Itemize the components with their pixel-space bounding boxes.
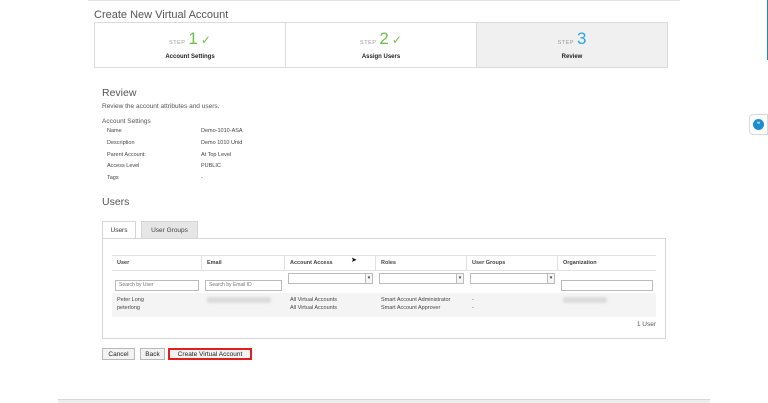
field-label-parent-account: Parent Account: [107, 152, 146, 158]
cancel-button[interactable]: Cancel [102, 348, 135, 360]
dropdown-arrow-icon: ▾ [456, 274, 463, 283]
step-number: 1 [188, 29, 198, 48]
role-2: Smart Account Approver [381, 304, 441, 311]
tab-users[interactable]: Users [102, 221, 136, 239]
email-search-input[interactable] [205, 279, 282, 291]
step-review[interactable]: STEP 3 Review [477, 23, 667, 67]
column-header-roles[interactable]: Roles [376, 256, 467, 270]
step-number: 2 [379, 29, 389, 48]
review-heading: Review [102, 87, 137, 99]
user-name: Peter Long [117, 297, 144, 303]
user-groups-filter[interactable]: ▾ [470, 273, 555, 284]
users-table: User Email Account Access Roles User Gro… [112, 255, 656, 317]
field-label-tags: Tags [107, 175, 119, 181]
user-count: 1 User [636, 321, 656, 328]
field-value-tags: - [201, 175, 203, 181]
column-header-email[interactable]: Email [202, 256, 285, 270]
field-label-name: Name [107, 128, 122, 134]
email-redacted [207, 297, 271, 303]
user-search-input[interactable] [115, 279, 199, 291]
field-value-name: Demo-1010-ASA [201, 128, 243, 134]
tab-user-groups[interactable]: User Groups [141, 221, 198, 239]
field-value-access-level: PUBLIC [201, 163, 221, 169]
field-value-description: Demo 1010 Unid [201, 140, 243, 146]
chat-help-widget[interactable]: ❝ [749, 114, 768, 135]
page-title: Create New Virtual Account [94, 9, 229, 21]
step-number: 3 [576, 29, 587, 48]
organization-search-input[interactable] [561, 279, 653, 291]
role-1: Smart Account Administrator [381, 297, 451, 303]
field-value-parent-account: At Top Level [201, 152, 232, 158]
account-settings-title: Account Settings [102, 118, 151, 125]
wizard-steps: STEP 1 ✓ Account Settings STEP 2 ✓ Assig… [94, 22, 668, 68]
create-virtual-account-button[interactable]: Create Virtual Account [168, 348, 252, 360]
roles-filter[interactable]: ▾ [379, 273, 464, 284]
step-word: STEP [557, 40, 574, 46]
filter-row: ▾ ▾ ▾ [112, 271, 656, 291]
mouse-cursor-icon: ➤ [351, 257, 357, 264]
user-group-2: - [472, 304, 474, 311]
field-label-description: Description [107, 140, 135, 146]
chat-icon: ❝ [753, 119, 764, 130]
user-id: peterlong [117, 304, 140, 311]
bottom-scrollbar[interactable] [58, 399, 710, 403]
top-divider [88, 0, 680, 1]
step-word: STEP [360, 40, 377, 46]
checkmark-icon: ✓ [200, 33, 211, 47]
column-header-user[interactable]: User [112, 256, 202, 270]
user-group-1: - [472, 297, 474, 303]
organization-redacted [563, 297, 607, 303]
back-button[interactable]: Back [140, 348, 165, 360]
users-heading: Users [102, 196, 130, 208]
account-access-filter[interactable]: ▾ [288, 273, 373, 284]
dropdown-arrow-icon: ▾ [365, 274, 372, 283]
step-word: STEP [169, 40, 186, 46]
step-account-settings[interactable]: STEP 1 ✓ Account Settings [95, 23, 286, 67]
table-header: User Email Account Access Roles User Gro… [112, 255, 656, 271]
account-access-1: All Virtual Accounts [290, 297, 337, 303]
review-description: Review the account attributes and users. [102, 103, 220, 110]
column-header-user-groups[interactable]: User Groups [467, 256, 558, 270]
step-assign-users[interactable]: STEP 2 ✓ Assign Users [286, 23, 477, 67]
field-label-access-level: Access Level [107, 163, 140, 169]
dropdown-arrow-icon: ▾ [547, 274, 554, 283]
step-label: Assign Users [361, 54, 401, 60]
checkmark-icon: ✓ [391, 33, 402, 47]
column-header-account-access[interactable]: Account Access [285, 256, 376, 270]
column-header-organization[interactable]: Organization [558, 256, 656, 270]
step-label: Review [561, 54, 583, 60]
table-row[interactable]: Peter Long peterlong All Virtual Account… [112, 293, 656, 317]
step-label: Account Settings [165, 54, 215, 60]
account-access-2: All Virtual Accounts [290, 304, 337, 311]
